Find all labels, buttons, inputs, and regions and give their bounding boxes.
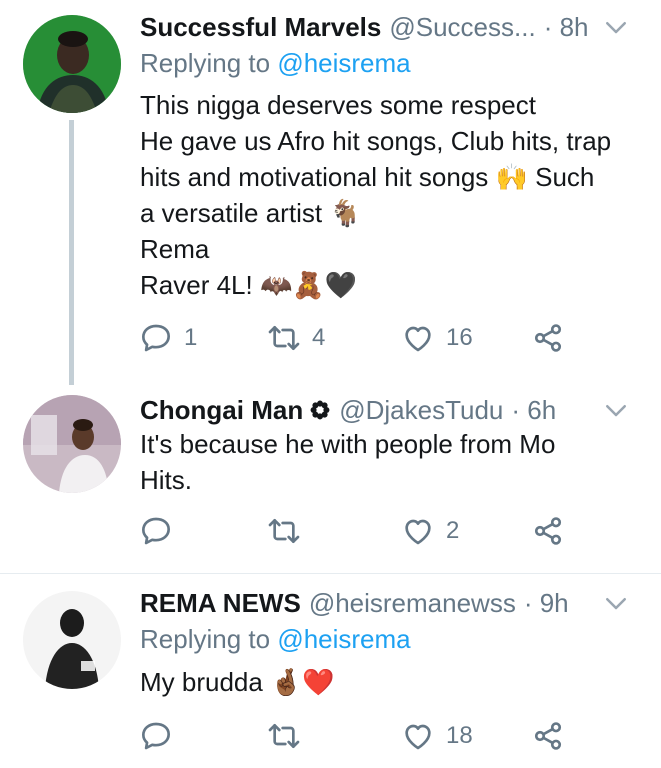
avatar[interactable] [23,591,121,689]
display-name[interactable]: REMA NEWS [140,588,301,619]
retweet-icon [268,322,300,354]
tweet-header: Successful Marvels @Success... · 8h [140,10,631,44]
tweet-line: My brudda 🤞🏾❤️ [140,667,335,697]
share-icon [532,515,564,547]
share-icon [532,720,564,752]
thread-line [69,120,74,385]
like-count: 2 [446,517,460,544]
mention-link[interactable]: @heisrema [277,48,410,78]
like-count: 16 [446,324,473,351]
reply-button[interactable] [140,718,184,754]
like-button[interactable]: 16 [402,320,473,356]
tweet-text: My brudda 🤞🏾❤️ [140,664,641,700]
reply-icon [140,720,172,752]
chevron-down-icon[interactable] [601,12,631,42]
tweet-line: Rema [140,234,210,264]
share-button[interactable] [532,513,564,549]
username[interactable]: @DjakesTudu [339,395,503,426]
like-button[interactable]: 18 [402,718,473,754]
reply-button[interactable]: 1 [140,320,197,356]
replying-to-label: Replying to [140,624,278,654]
tweet-rema-news[interactable]: REMA NEWS @heisremanewss · 9h Replying t… [0,574,661,768]
retweet-count: 4 [312,324,326,351]
display-name[interactable]: Successful Marvels [140,12,381,43]
timestamp[interactable]: · 8h [544,12,589,43]
username[interactable]: @heisremanewss [309,588,516,619]
username[interactable]: @Success... [389,12,535,43]
tweet-line: It's because he with people from Mo [140,429,556,459]
retweet-icon [268,515,300,547]
avatar[interactable] [23,395,121,493]
display-name[interactable]: Chongai Man [140,395,303,426]
share-button[interactable] [532,718,564,754]
like-button[interactable]: 2 [402,513,459,549]
share-button[interactable] [532,320,564,356]
timestamp[interactable]: · 6h [511,395,556,426]
tweet-actions: 18 [140,718,580,754]
reply-count: 1 [184,324,198,351]
tweet-line: This nigga deserves some respect [140,90,536,120]
tweet-line: hits and motivational hit songs 🙌 Such [140,162,595,192]
heart-icon [402,322,434,354]
tweet-header: REMA NEWS @heisremanewss · 9h [140,586,631,620]
tweet-actions: 2 [140,513,580,549]
replying-to: Replying to @heisrema [140,624,411,655]
share-icon [532,322,564,354]
tweet-text: This nigga deserves some respect He gave… [140,87,641,303]
flower-badge-icon [310,400,330,420]
tweet-actions: 1 4 16 [140,320,580,356]
tweet-line: Hits. [140,465,192,495]
tweet-line: He gave us Afro hit songs, Club hits, tr… [140,126,612,156]
heart-icon [402,515,434,547]
reply-icon [140,322,172,354]
retweet-button[interactable] [268,718,312,754]
like-count: 18 [446,722,473,749]
retweet-icon [268,720,300,752]
reply-icon [140,515,172,547]
retweet-button[interactable]: 4 [268,320,325,356]
tweet-header: Chongai Man @DjakesTudu · 6h [140,393,631,427]
chevron-down-icon[interactable] [601,588,631,618]
tweet-text: It's because he with people from Mo Hits… [140,426,641,498]
avatar[interactable] [23,15,121,113]
replying-to-label: Replying to [140,48,278,78]
timestamp[interactable]: · 9h [524,588,569,619]
tweet-line: Raver 4L! 🦇🧸🖤 [140,270,358,300]
tweet-chongai-man[interactable]: Chongai Man @DjakesTudu · 6h It's becaus… [0,380,661,570]
tweet-line: a versatile artist 🐐 [140,198,362,228]
chevron-down-icon[interactable] [601,395,631,425]
mention-link[interactable]: @heisrema [277,624,410,654]
tweet-successful-marvels[interactable]: Successful Marvels @Success... · 8h Repl… [0,0,661,385]
replying-to: Replying to @heisrema [140,48,411,79]
reply-button[interactable] [140,513,184,549]
retweet-button[interactable] [268,513,312,549]
heart-icon [402,720,434,752]
